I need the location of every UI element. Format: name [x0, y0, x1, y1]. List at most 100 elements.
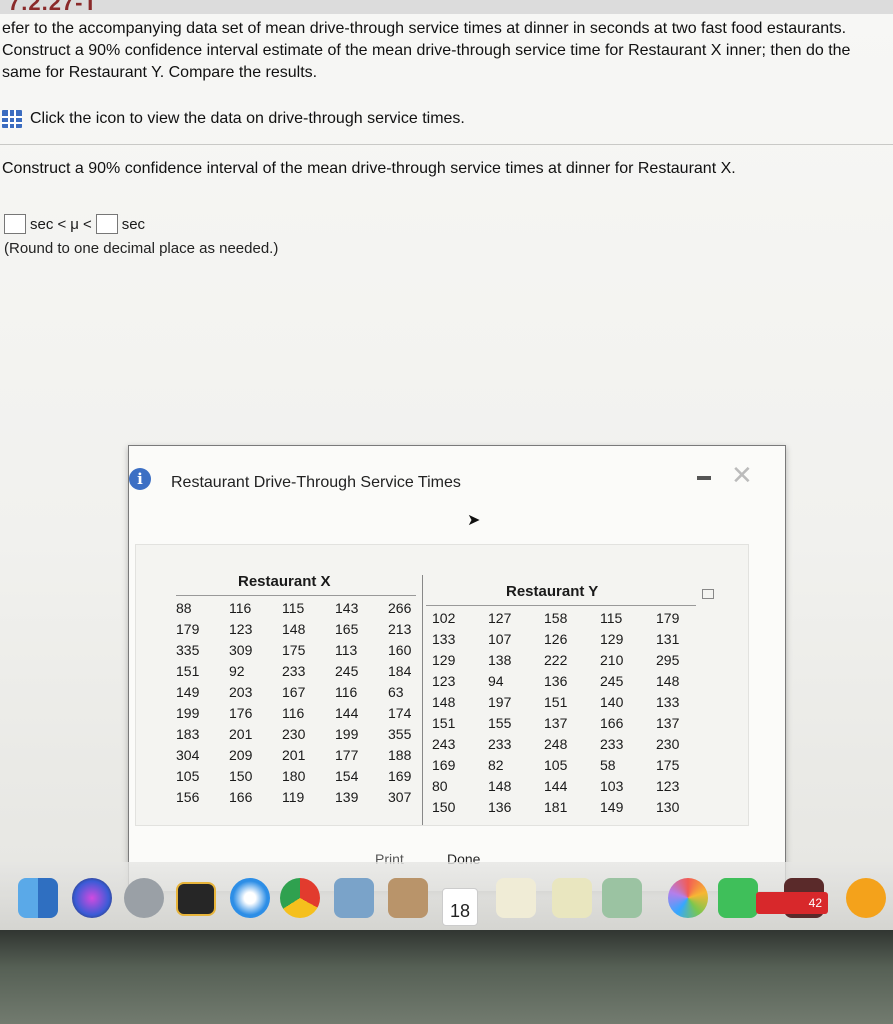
data-link-text[interactable]: Click the icon to view the data on drive… [30, 110, 465, 128]
table-cell: 201 [282, 747, 306, 763]
monitor-bezel [0, 930, 893, 1024]
table-cell: 245 [600, 673, 624, 689]
siri-icon[interactable] [72, 878, 112, 918]
mail-icon[interactable] [334, 878, 374, 918]
table-cell: 148 [282, 621, 306, 637]
table-cell: 149 [600, 799, 624, 815]
top-header-strip: 7.2.27-T [0, 0, 893, 15]
table-cell: 179 [656, 610, 680, 626]
round-note: (Round to one decimal place as needed.) [4, 240, 279, 257]
dashboard-icon[interactable] [176, 882, 216, 916]
data-table-icon[interactable] [2, 110, 22, 128]
table-cell: 137 [544, 715, 568, 731]
table-cell: 150 [432, 799, 456, 815]
table-cell: 148 [488, 778, 512, 794]
table-cell: 123 [229, 621, 253, 637]
restaurant-y-label: Restaurant Y [506, 583, 599, 600]
finder-icon[interactable] [18, 878, 58, 918]
contacts-icon[interactable] [388, 878, 428, 918]
close-icon[interactable]: ✕ [731, 462, 753, 488]
table-cell: 143 [335, 600, 359, 616]
maps-icon[interactable] [602, 878, 642, 918]
table-cell: 123 [432, 673, 456, 689]
launchpad-icon[interactable] [124, 878, 164, 918]
table-cell: 197 [488, 694, 512, 710]
data-dialog: i Restaurant Drive-Through Service Times… [128, 445, 786, 891]
table-cell: 149 [176, 684, 200, 700]
table-cell: 201 [229, 726, 253, 742]
table-cell: 151 [432, 715, 456, 731]
table-cell: 127 [488, 610, 512, 626]
table-cell: 82 [488, 757, 504, 773]
lower-bound-input[interactable] [4, 214, 26, 234]
restaurant-y-grid: 102 127 158 115 179 133 107 126 129 131 129 138 222 2… [432, 609, 712, 816]
table-cell: 58 [600, 757, 616, 773]
safari-icon[interactable] [230, 878, 270, 918]
table-cell: 140 [600, 694, 624, 710]
table-cell: 209 [229, 747, 253, 763]
left-unit: sec < [30, 215, 67, 233]
divider [0, 144, 893, 145]
table-cell: 150 [229, 768, 253, 784]
table-cell: 144 [544, 778, 568, 794]
table-cell: 136 [488, 799, 512, 815]
table-cell: 233 [282, 663, 306, 679]
table-cell: 80 [432, 778, 448, 794]
table-cell: 166 [600, 715, 624, 731]
table-cell: 133 [656, 694, 680, 710]
table-cell: 245 [335, 663, 359, 679]
table-cell: 233 [488, 736, 512, 752]
table-cell: 119 [282, 789, 305, 805]
table-cell: 175 [282, 642, 306, 658]
table-cell: 129 [600, 631, 624, 647]
table-cell: 103 [600, 778, 624, 794]
info-icon: i [129, 468, 151, 490]
facetime-icon[interactable] [718, 878, 758, 918]
answer-row: sec < μ < sec [4, 214, 145, 234]
dialog-title: Restaurant Drive-Through Service Times [171, 474, 461, 491]
table-cell: 129 [432, 652, 456, 668]
photos-icon[interactable] [668, 878, 708, 918]
calendar-icon[interactable]: 18 [442, 888, 478, 926]
mouse-cursor-icon: ➤ [467, 512, 481, 529]
table-cell: 94 [488, 673, 504, 689]
table-cell: 230 [656, 736, 680, 752]
reminders-icon[interactable] [552, 878, 592, 918]
table-cell: 210 [600, 652, 624, 668]
restaurant-x-underline [176, 595, 416, 596]
notes-icon[interactable] [496, 878, 536, 918]
table-cell: 199 [176, 705, 200, 721]
restaurant-y-underline [426, 605, 696, 606]
right-unit: sec [121, 215, 146, 233]
table-cell: 133 [432, 631, 456, 647]
table-cell: 137 [656, 715, 680, 731]
table-cell: 138 [488, 652, 512, 668]
table-cell: 167 [282, 684, 306, 700]
table-cell: 115 [600, 610, 623, 626]
table-cell: 113 [335, 642, 358, 658]
table-cell: 151 [176, 663, 200, 679]
mu-symbol: μ [70, 215, 79, 233]
table-cell: 248 [544, 736, 568, 752]
table-cell: 181 [544, 799, 568, 815]
table-cell: 107 [488, 631, 512, 647]
table-cell: 116 [229, 600, 252, 616]
table-cell: 116 [335, 684, 358, 700]
table-cell: 243 [432, 736, 456, 752]
data-link[interactable]: Click the icon to view the data on drive… [2, 110, 465, 128]
chrome-icon[interactable] [280, 878, 320, 918]
table-cell: 116 [282, 705, 305, 721]
table-cell: 199 [335, 726, 359, 742]
table-cell: 151 [544, 694, 568, 710]
restaurant-x-grid: 88 116 115 143 266 179 123 148 165 213 335 309 175 11… [176, 599, 441, 806]
copy-icon[interactable] [702, 589, 714, 599]
table-cell: 176 [229, 705, 253, 721]
table-cell: 175 [656, 757, 680, 773]
table-cell: 156 [176, 789, 200, 805]
upper-bound-input[interactable] [95, 214, 118, 234]
dialog-title-bar: i Restaurant Drive-Through Service Times… [129, 446, 785, 529]
table-cell: 158 [544, 610, 568, 626]
books-icon[interactable] [846, 878, 886, 918]
question-prompt: Construct a 90% confidence interval of t… [2, 160, 736, 177]
minimize-icon[interactable] [697, 476, 711, 480]
